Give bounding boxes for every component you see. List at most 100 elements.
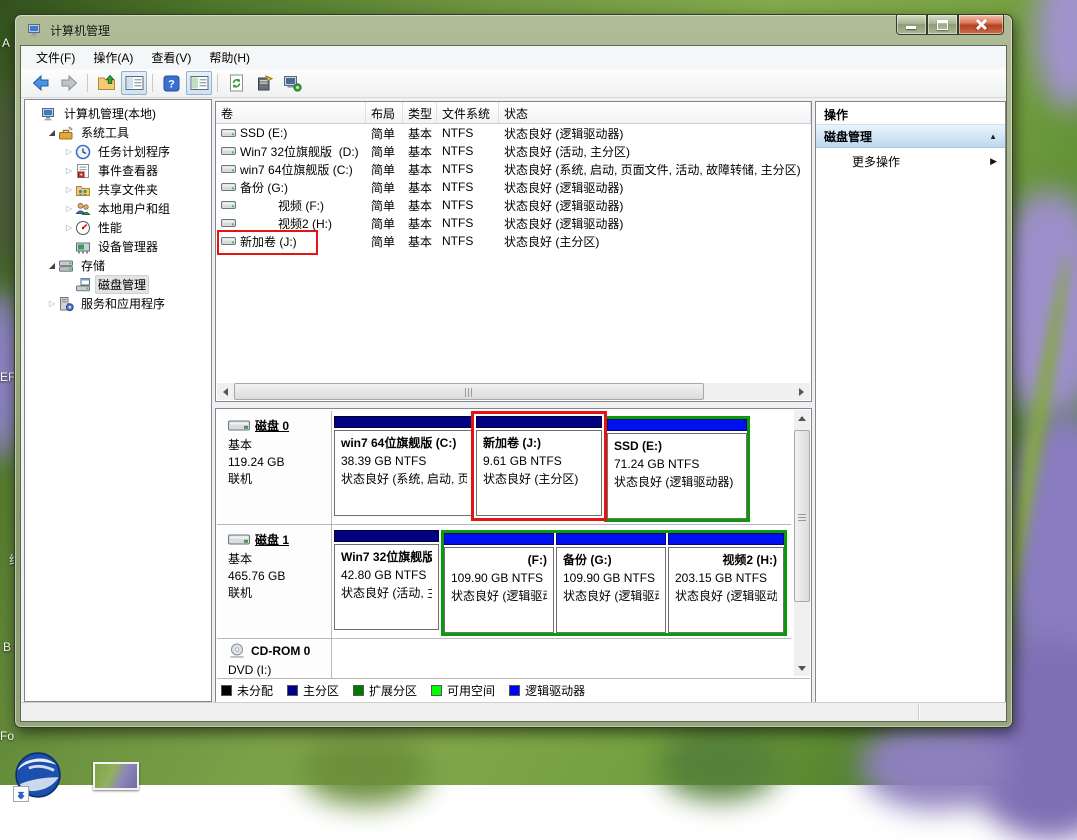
cdrom-info[interactable]: CD-ROM 0 DVD (I:) <box>220 639 332 680</box>
disk-info[interactable]: 磁盘 1基本465.76 GB联机 <box>220 525 332 638</box>
cdrom-drive-letter: DVD (I:) <box>228 662 331 679</box>
collapsed-expander-icon[interactable]: ▷ <box>46 299 58 308</box>
drive-icon <box>221 235 236 247</box>
volume-row[interactable]: 视频 (F:)简单基本NTFS状态良好 (逻辑驱动器) <box>216 196 811 214</box>
disk-console-button[interactable] <box>279 71 305 95</box>
column-header-2[interactable]: 类型 <box>403 102 437 123</box>
volume-type: 基本 <box>403 179 437 196</box>
scroll-down-arrow[interactable] <box>794 660 810 676</box>
volume-row[interactable]: 视频2 (H:)简单基本NTFS状态良好 (逻辑驱动器) <box>216 214 811 232</box>
title-bar[interactable]: 计算机管理 <box>15 15 1012 45</box>
collapsed-expander-icon[interactable]: ▷ <box>63 185 75 194</box>
expanded-expander-icon[interactable]: ◢ <box>46 128 58 137</box>
extended-partition-group: (F:)109.90 GB NTFS状态良好 (逻辑驱动器)备份 (G:)109… <box>441 530 787 636</box>
show-hide-pane-button[interactable] <box>186 71 212 95</box>
volume-type: 基本 <box>403 197 437 214</box>
google-earth-shortcut-icon[interactable] <box>15 752 63 800</box>
partition-body: 视频2 (H:)203.15 GB NTFS状态良好 (逻辑驱动器) <box>668 547 784 633</box>
tree-item-performance[interactable]: ▷性能 <box>25 218 211 237</box>
menu-item-2[interactable]: 查看(V) <box>142 46 200 69</box>
back-button[interactable] <box>28 71 54 95</box>
partition[interactable]: SSD (E:)71.24 GB NTFS状态良好 (逻辑驱动器) <box>607 419 747 519</box>
logical-partition-band <box>668 533 784 545</box>
disk-info[interactable]: 磁盘 0基本119.24 GB联机 <box>220 411 332 524</box>
scroll-thumb[interactable] <box>234 383 704 400</box>
partition-label: 视频2 (H:) <box>675 551 777 569</box>
column-header-0[interactable]: 卷 <box>216 102 366 123</box>
photo-thumbnail <box>93 762 139 790</box>
volume-layout: 简单 <box>366 197 403 214</box>
volume-name-cell: SSD (E:) <box>216 126 366 140</box>
column-header-1[interactable]: 布局 <box>366 102 403 123</box>
scroll-left-arrow[interactable] <box>217 383 234 400</box>
volume-type: 基本 <box>403 161 437 178</box>
volume-layout: 简单 <box>366 161 403 178</box>
photo-file-icon[interactable] <box>93 762 139 790</box>
tree-item-local-users[interactable]: ▷本地用户和组 <box>25 199 211 218</box>
partition[interactable]: win7 64位旗舰版 (C:)38.39 GB NTFS状态良好 (系统, 启… <box>334 416 474 516</box>
volume-name: win7 64位旗舰版 (C:) <box>240 161 353 178</box>
tree-item-system-tools[interactable]: ◢系统工具 <box>25 123 211 142</box>
help-button[interactable]: ? <box>158 71 184 95</box>
vertical-scrollbar[interactable] <box>794 410 810 676</box>
volume-fs: NTFS <box>437 234 499 248</box>
close-button[interactable] <box>958 15 1004 35</box>
minimize-icon <box>906 26 916 29</box>
partition-size: 38.39 GB NTFS <box>341 452 467 470</box>
column-header-3[interactable]: 文件系统 <box>437 102 499 123</box>
partition[interactable]: 视频2 (H:)203.15 GB NTFS状态良好 (逻辑驱动器) <box>668 533 784 633</box>
tree-item-disk-management[interactable]: 磁盘管理 <box>25 275 211 294</box>
volume-row[interactable]: 备份 (G:)简单基本NTFS状态良好 (逻辑驱动器) <box>216 178 811 196</box>
horizontal-scrollbar[interactable] <box>217 383 810 400</box>
minimize-button[interactable] <box>896 15 927 35</box>
collapsed-expander-icon[interactable]: ▷ <box>63 147 75 156</box>
tree-item-services-apps[interactable]: ▷服务和应用程序 <box>25 294 211 313</box>
volume-row[interactable]: Win7 32位旗舰版 (D:)简单基本NTFS状态良好 (活动, 主分区) <box>216 142 811 160</box>
tree-item-label: 计算机管理(本地) <box>61 104 159 123</box>
more-actions-item[interactable]: 更多操作 ▶ <box>816 148 1005 174</box>
volume-row[interactable]: SSD (E:)简单基本NTFS状态良好 (逻辑驱动器) <box>216 124 811 142</box>
scroll-right-arrow[interactable] <box>793 383 810 400</box>
forward-button[interactable] <box>56 71 82 95</box>
volume-list-panel: 卷布局类型文件系统状态 SSD (E:)简单基本NTFS状态良好 (逻辑驱动器)… <box>215 101 812 402</box>
tree-item-storage[interactable]: ◢ 存储 <box>25 256 211 275</box>
tree-item-task-scheduler[interactable]: ▷任务计划程序 <box>25 142 211 161</box>
volume-row[interactable]: win7 64位旗舰版 (C:)简单基本NTFS状态良好 (系统, 启动, 页面… <box>216 160 811 178</box>
tree-item-computer[interactable]: 计算机管理(本地) <box>25 104 211 123</box>
partition-status: 状态良好 (系统, 启动, 页面文件, 活动, 故障转储, 主分区) <box>341 470 467 488</box>
partition[interactable]: 备份 (G:)109.90 GB NTFS状态良好 (逻辑驱动器) <box>556 533 666 633</box>
menu-item-3[interactable]: 帮助(H) <box>200 46 259 69</box>
legend-item: 未分配 <box>221 682 273 699</box>
collapsed-expander-icon[interactable]: ▷ <box>63 166 75 175</box>
restore-button[interactable] <box>927 15 958 35</box>
collapse-arrow-icon[interactable]: ▲ <box>989 132 997 141</box>
console-tree-panel: 计算机管理(本地)◢系统工具▷任务计划程序▷事件查看器▷共享文件夹▷本地用户和组… <box>24 99 212 702</box>
disk-size: 465.76 GB <box>228 568 331 585</box>
properties-button[interactable] <box>251 71 277 95</box>
tree-item-shared-folders[interactable]: ▷共享文件夹 <box>25 180 211 199</box>
scroll-track[interactable] <box>234 383 793 400</box>
refresh-button[interactable] <box>223 71 249 95</box>
expanded-expander-icon[interactable]: ◢ <box>46 261 58 270</box>
menu-item-1[interactable]: 操作(A) <box>84 46 142 69</box>
up-folder-button[interactable] <box>93 71 119 95</box>
volume-row[interactable]: 新加卷 (J:)简单基本NTFS状态良好 (主分区) <box>216 232 811 250</box>
scroll-thumb[interactable] <box>794 430 810 602</box>
tree-item-event-viewer[interactable]: ▷事件查看器 <box>25 161 211 180</box>
collapsed-expander-icon[interactable]: ▷ <box>63 204 75 213</box>
partition[interactable]: Win7 32位旗舰版 (D:)42.80 GB NTFS状态良好 (活动, 主… <box>334 530 439 630</box>
disk-name-line: 磁盘 1 <box>228 531 331 548</box>
tree-item-device-manager[interactable]: 设备管理器 <box>25 237 211 256</box>
column-header-4[interactable]: 状态 <box>499 102 811 123</box>
show-hide-tree-button[interactable] <box>121 71 147 95</box>
disk-management-section-header[interactable]: 磁盘管理 ▲ <box>816 124 1005 148</box>
menu-item-0[interactable]: 文件(F) <box>27 46 84 69</box>
partition[interactable]: (F:)109.90 GB NTFS状态良好 (逻辑驱动器) <box>444 533 554 633</box>
collapsed-expander-icon[interactable]: ▷ <box>63 223 75 232</box>
legend-label: 未分配 <box>237 682 273 699</box>
event-viewer-icon <box>75 163 92 179</box>
partition[interactable]: 新加卷 (J:)9.61 GB NTFS状态良好 (主分区) <box>476 416 602 516</box>
scroll-up-arrow[interactable] <box>794 410 810 426</box>
tree-item-label: 存储 <box>78 256 108 275</box>
legend-color-swatch <box>221 685 232 696</box>
